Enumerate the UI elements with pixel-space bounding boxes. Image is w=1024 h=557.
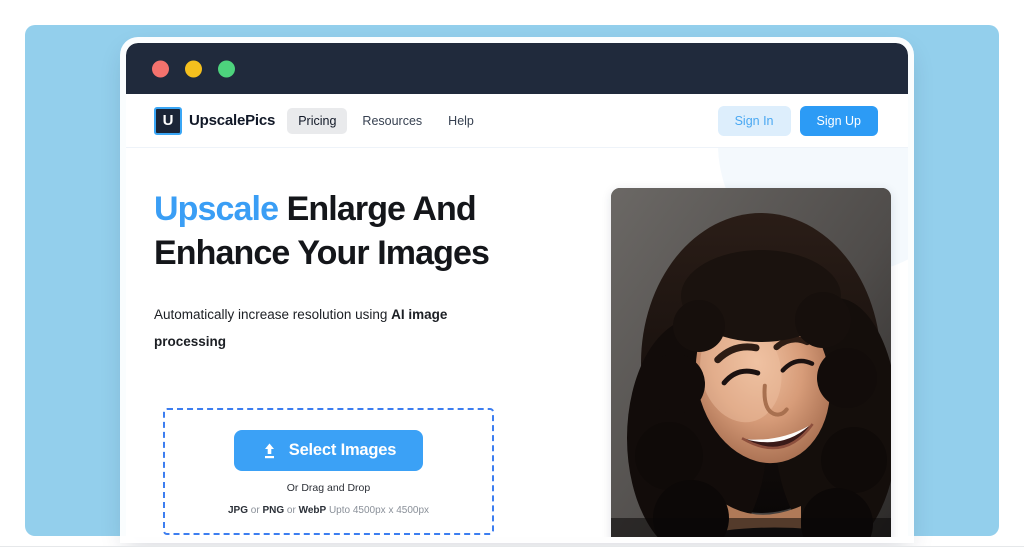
original-image-card: Original Image — [611, 188, 891, 537]
screenshot-root: U UpscalePics Pricing Resources Help Sig… — [0, 0, 1024, 557]
minimize-window-icon[interactable] — [185, 60, 202, 77]
header-actions: Sign In Sign Up — [717, 105, 878, 136]
nav-item-help[interactable]: Help — [437, 108, 485, 134]
drag-and-drop-hint: Or Drag and Drop — [286, 482, 371, 495]
site-header: U UpscalePics Pricing Resources Help Sig… — [126, 94, 908, 148]
sign-in-button[interactable]: Sign In — [717, 105, 791, 136]
image-dropzone[interactable]: Select Images Or Drag and Drop JPG or PN… — [163, 408, 494, 536]
window-controls — [152, 60, 235, 77]
headline-accent-word: Upscale — [154, 190, 279, 228]
format-max-size: Upto 4500px x 4500px — [326, 505, 430, 517]
format-png: PNG — [262, 505, 285, 517]
hero-subheading: Automatically increase resolution using … — [154, 301, 474, 355]
hero-section: Upscale Enlarge And Enhance Your Images … — [126, 148, 908, 537]
portrait-photo — [611, 188, 891, 537]
brand-name: UpscalePics — [189, 112, 276, 129]
supported-formats-hint: JPG or PNG or WebP Upto 4500px x 4500px — [175, 505, 482, 516]
format-sep-1: or — [247, 505, 263, 517]
select-images-label: Select Images — [288, 441, 397, 460]
web-page: U UpscalePics Pricing Resources Help Sig… — [126, 94, 908, 537]
upscalepics-logo-icon: U — [154, 106, 182, 135]
nav-item-resources[interactable]: Resources — [351, 108, 433, 134]
format-jpg: JPG — [227, 505, 248, 517]
subhead-plain-text: Automatically increase resolution using — [154, 307, 392, 323]
page-bottom-strip — [0, 546, 1024, 557]
page-title: Upscale Enlarge And Enhance Your Images — [154, 188, 581, 275]
hero-left-column: Upscale Enlarge And Enhance Your Images … — [126, 188, 581, 537]
upload-arrow-icon — [261, 442, 278, 460]
maximize-window-icon[interactable] — [218, 60, 235, 77]
nav-item-pricing[interactable]: Pricing — [287, 107, 348, 134]
close-window-icon[interactable] — [152, 60, 169, 77]
brand-logo[interactable]: U UpscalePics — [154, 106, 276, 135]
main-nav: Pricing Resources Help — [287, 107, 485, 134]
select-images-button[interactable]: Select Images — [233, 430, 424, 472]
browser-window: U UpscalePics Pricing Resources Help Sig… — [126, 43, 908, 537]
sign-up-button[interactable]: Sign Up — [799, 105, 878, 136]
hero-right-column: Original Image — [581, 188, 908, 537]
format-sep-2: or — [284, 505, 299, 517]
browser-titlebar — [126, 43, 908, 94]
format-webp: WebP — [298, 505, 327, 517]
